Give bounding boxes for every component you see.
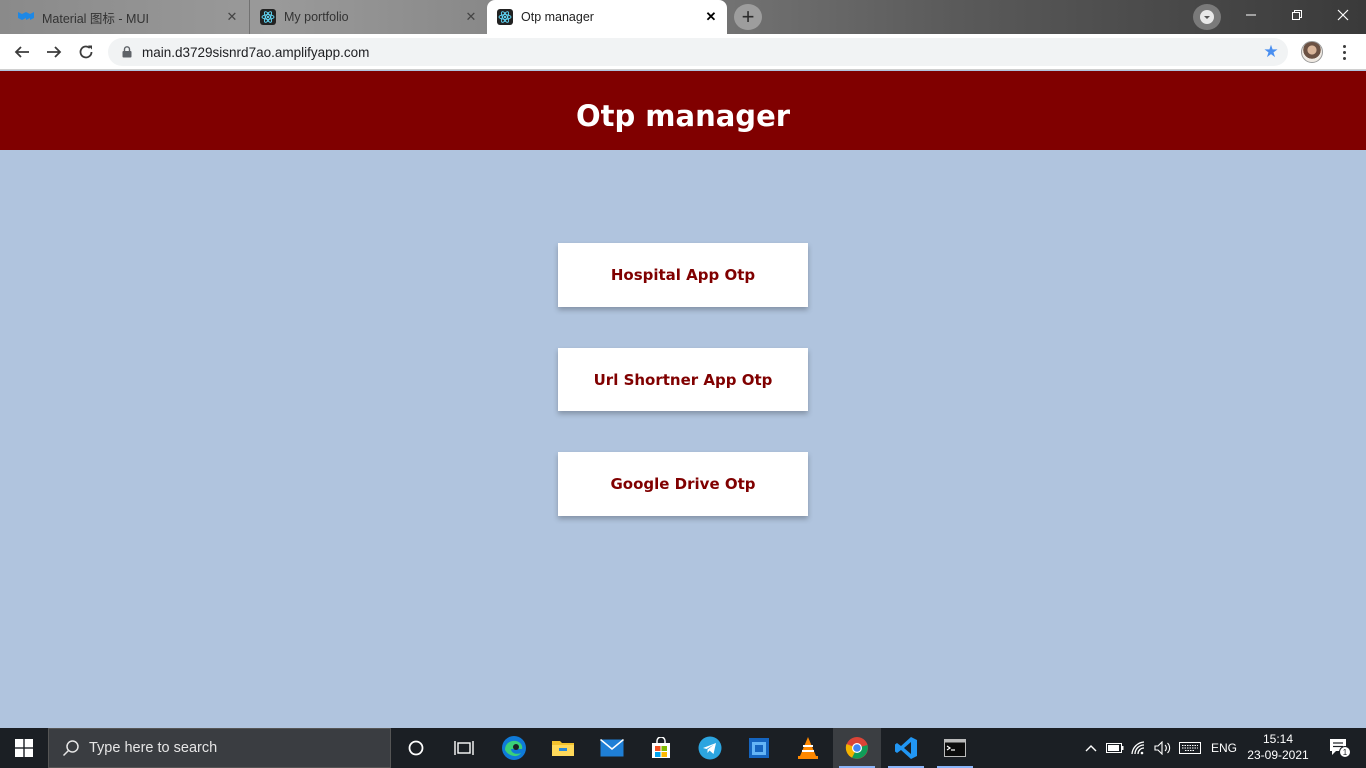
- browser-menu-icon[interactable]: [1334, 40, 1354, 64]
- url-text[interactable]: main.d3729sisnrd7ao.amplifyapp.com: [142, 45, 369, 60]
- tab-title: My portfolio: [284, 10, 349, 24]
- otp-manager-page: Otp manager Hospital App Otp Url Shortne…: [0, 71, 1366, 728]
- browser-tab-strip: Material 图标 - MUI ✕ My portfolio ✕ Otp m…: [0, 0, 1366, 34]
- page-title: Otp manager: [575, 98, 791, 133]
- vscode-icon[interactable]: [882, 728, 930, 768]
- tab-otp-manager[interactable]: Otp manager ✕: [487, 0, 727, 34]
- page-header: Otp manager: [0, 71, 1366, 150]
- wifi-icon[interactable]: [1128, 728, 1152, 768]
- react-logo-icon: [260, 9, 276, 25]
- battery-icon[interactable]: [1104, 728, 1126, 768]
- google-drive-otp-button[interactable]: Google Drive Otp: [558, 452, 808, 516]
- window-minimize-icon[interactable]: [1228, 0, 1274, 30]
- tab-title: Otp manager: [521, 10, 594, 24]
- tab-my-portfolio[interactable]: My portfolio ✕: [249, 0, 487, 34]
- cortana-icon[interactable]: [392, 728, 440, 768]
- vlc-player-icon[interactable]: [784, 728, 832, 768]
- browser-toolbar: main.d3729sisnrd7ao.amplifyapp.com ★: [0, 34, 1366, 70]
- app-window-icon[interactable]: [735, 728, 783, 768]
- lock-icon[interactable]: [120, 45, 134, 59]
- keyboard-icon[interactable]: [1176, 728, 1204, 768]
- window-close-icon[interactable]: [1320, 0, 1366, 30]
- clock-date: 23-09-2021: [1247, 748, 1309, 762]
- new-tab-plus-icon[interactable]: +: [734, 4, 762, 30]
- tab-material-icons[interactable]: Material 图标 - MUI ✕: [8, 0, 248, 34]
- mail-icon[interactable]: [588, 728, 636, 768]
- profile-avatar[interactable]: [1301, 41, 1323, 63]
- mui-logo-icon: [18, 9, 34, 25]
- reload-icon[interactable]: [72, 38, 100, 66]
- language-indicator[interactable]: ENG: [1206, 728, 1242, 768]
- volume-icon[interactable]: [1152, 728, 1174, 768]
- back-arrow-icon[interactable]: [8, 38, 36, 66]
- hospital-app-otp-button[interactable]: Hospital App Otp: [558, 243, 808, 307]
- show-hidden-icons-chevron-icon[interactable]: [1080, 728, 1102, 768]
- tab-search-icon[interactable]: [1193, 4, 1221, 30]
- file-explorer-icon[interactable]: [539, 728, 587, 768]
- window-restore-icon[interactable]: [1274, 0, 1320, 30]
- telegram-icon[interactable]: [686, 728, 734, 768]
- windows-start-icon[interactable]: [0, 728, 48, 768]
- notification-center-icon[interactable]: 1: [1320, 728, 1360, 768]
- tab-close-icon[interactable]: ✕: [701, 7, 721, 27]
- clock-time: 15:14: [1262, 732, 1294, 746]
- windows-taskbar: Type here to search ENG 15:14 23-09-2021…: [0, 728, 1366, 768]
- react-logo-icon: [497, 9, 513, 25]
- tab-close-icon[interactable]: ✕: [461, 7, 481, 27]
- taskbar-clock[interactable]: 15:14 23-09-2021: [1244, 731, 1312, 763]
- address-bar[interactable]: main.d3729sisnrd7ao.amplifyapp.com ★: [108, 38, 1288, 66]
- taskbar-search-box[interactable]: Type here to search: [48, 728, 391, 768]
- url-shortner-app-otp-button[interactable]: Url Shortner App Otp: [558, 348, 808, 411]
- microsoft-store-icon[interactable]: [637, 728, 685, 768]
- notification-count: 1: [1343, 748, 1348, 757]
- forward-arrow-icon[interactable]: [40, 38, 68, 66]
- task-view-icon[interactable]: [440, 728, 488, 768]
- bookmark-star-icon[interactable]: ★: [1262, 42, 1280, 61]
- chrome-browser-icon[interactable]: [833, 728, 881, 768]
- search-icon: [61, 738, 81, 758]
- tab-close-icon[interactable]: ✕: [222, 7, 242, 27]
- terminal-icon[interactable]: [931, 728, 979, 768]
- edge-browser-icon[interactable]: [490, 728, 538, 768]
- tab-title: Material 图标 - MUI: [42, 11, 149, 26]
- search-placeholder: Type here to search: [89, 740, 218, 756]
